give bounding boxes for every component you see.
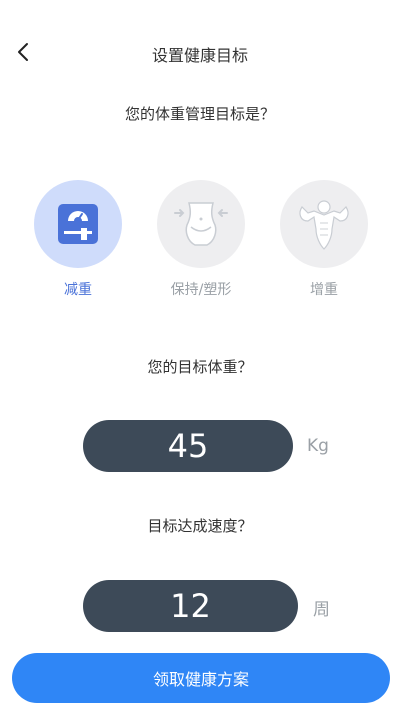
weight-unit: Kg	[307, 436, 329, 456]
muscle-icon	[299, 200, 349, 250]
goal-label: 减重	[64, 282, 92, 298]
scale-icon	[58, 204, 98, 244]
goal-option-lose-weight[interactable]: 减重	[34, 180, 122, 299]
waist-icon	[174, 202, 228, 246]
target-weight-input[interactable]: 45	[83, 420, 293, 472]
goal-circle	[157, 180, 245, 268]
goal-circle	[280, 180, 368, 268]
goal-option-maintain[interactable]: 保持/塑形	[157, 180, 245, 299]
target-weight-question: 您的目标体重？	[147, 358, 253, 376]
goal-question: 您的体重管理目标是？	[124, 105, 275, 123]
goal-label: 增重	[310, 282, 338, 298]
goal-option-gain-weight[interactable]: 增重	[280, 180, 368, 299]
goal-circle	[34, 180, 122, 268]
speed-unit: 周	[313, 600, 330, 620]
get-health-plan-button[interactable]: 领取健康方案	[12, 653, 390, 703]
goal-label: 保持/塑形	[170, 282, 232, 298]
page-title: 设置健康目标	[151, 46, 248, 65]
speed-input[interactable]: 12	[83, 580, 298, 632]
speed-question: 目标达成速度？	[147, 517, 253, 535]
